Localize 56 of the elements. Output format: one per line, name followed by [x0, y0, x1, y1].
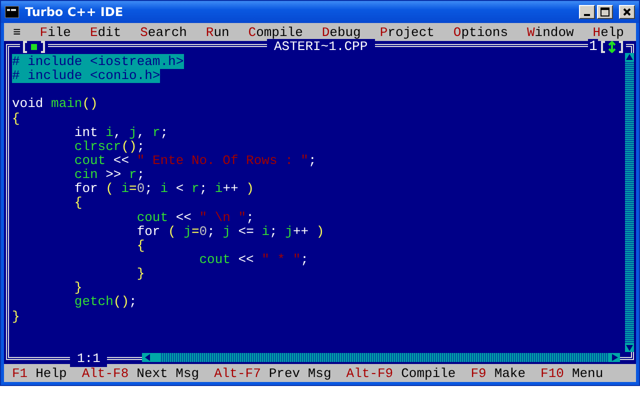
- menu-item[interactable]: Help: [592, 24, 624, 40]
- shortcut-key[interactable]: F10: [540, 366, 564, 380]
- menu-item[interactable]: Search: [140, 24, 187, 40]
- menu-item[interactable]: Compile: [248, 24, 303, 40]
- code-line: {: [12, 110, 20, 126]
- shortcut-label: Menu: [572, 366, 604, 380]
- code-line: cout << " \n ";: [136, 210, 254, 225]
- menu-item[interactable]: Debug: [322, 24, 361, 40]
- vertical-scrollbar[interactable]: [625, 53, 634, 352]
- code-line: for ( i=0; i < r; i++ ): [74, 181, 254, 196]
- close-button[interactable]: [619, 5, 635, 19]
- maximize-button[interactable]: [597, 5, 613, 19]
- shortcut-label: Next Msg: [136, 366, 200, 380]
- code-line: getch();: [74, 294, 137, 310]
- minimize-icon: [584, 14, 590, 16]
- scroll-left-icon[interactable]: [142, 353, 160, 362]
- shortcut-key[interactable]: F1: [12, 366, 28, 380]
- code-line: void main(): [12, 96, 98, 112]
- close-icon: [622, 7, 632, 17]
- shortcut-key[interactable]: F9: [470, 366, 486, 380]
- code-line: {: [136, 238, 145, 253]
- zoom-icon[interactable]: [598, 41, 626, 53]
- console-icon: [5, 6, 19, 18]
- code-line: cin >> r;: [74, 167, 145, 182]
- cursor-position: 1:1: [70, 351, 108, 367]
- shortcut-label: Help: [36, 366, 67, 380]
- code-line: int i, j, r;: [74, 124, 168, 140]
- shortcut-key[interactable]: Alt-F9: [346, 366, 394, 380]
- close-icon[interactable]: [20, 41, 48, 53]
- shortcut-label: Make: [494, 366, 526, 380]
- scroll-right-icon[interactable]: [608, 353, 620, 362]
- code-line: }: [12, 308, 20, 324]
- scroll-down-icon[interactable]: [625, 344, 634, 352]
- horizontal-scrollbar[interactable]: [142, 353, 620, 362]
- shortcut-label: Prev Msg: [268, 366, 332, 380]
- menu-item[interactable]: Window: [526, 24, 574, 40]
- shortcut-label: Compile: [401, 366, 456, 380]
- maximize-icon: [600, 7, 610, 17]
- minimize-button[interactable]: [579, 5, 595, 19]
- code-line: for ( j=0; j <= i; j++ ): [136, 224, 324, 239]
- code-line: {: [74, 195, 82, 210]
- code-line: }: [136, 266, 145, 282]
- shortcut-key[interactable]: Alt-F8: [82, 366, 129, 380]
- code-line: }: [74, 280, 82, 296]
- shortcut-key[interactable]: Alt-F7: [214, 366, 261, 380]
- scroll-up-icon[interactable]: [625, 53, 634, 61]
- system-menu[interactable]: ≡: [13, 24, 21, 40]
- window-title: Turbo C++ IDE: [25, 5, 124, 19]
- menu-item[interactable]: Run: [206, 24, 230, 40]
- code-line: cout << " Ente No. Of Rows : ";: [74, 152, 316, 168]
- menu-item[interactable]: Project: [380, 24, 434, 40]
- code-line: cout << " * ";: [199, 252, 308, 267]
- code-line: clrscr();: [74, 138, 145, 154]
- menu-item[interactable]: File: [40, 24, 71, 40]
- menu-item[interactable]: Options: [453, 24, 508, 40]
- menu-item[interactable]: Edit: [90, 24, 122, 40]
